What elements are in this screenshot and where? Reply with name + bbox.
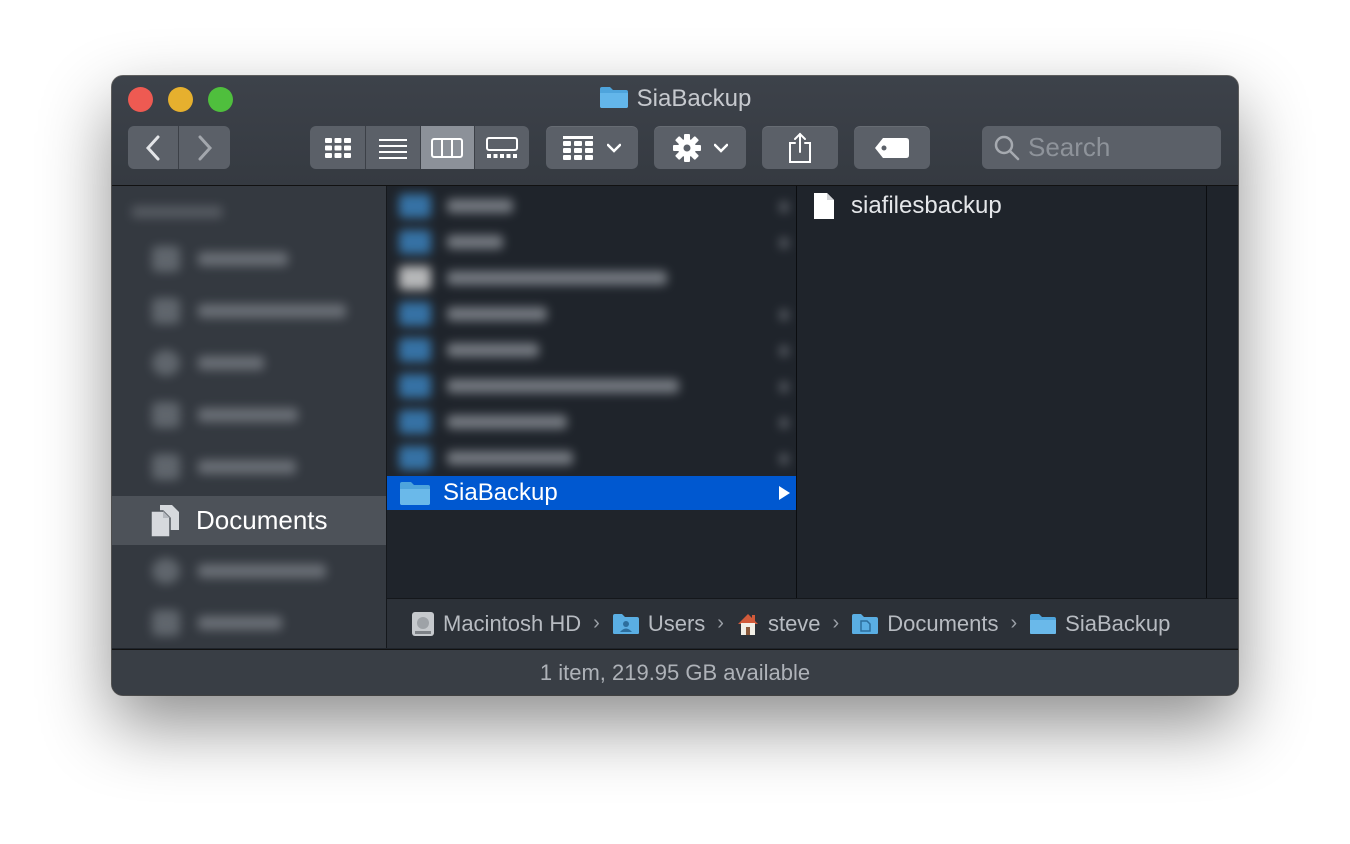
sidebar: Documents xyxy=(112,186,387,648)
gear-icon xyxy=(673,133,701,162)
finder-window: SiaBackup Search Documents SiaBackup sia… xyxy=(112,76,1238,695)
icon-view-button[interactable] xyxy=(310,126,367,169)
list-item[interactable] xyxy=(399,298,547,330)
gallery-view-button[interactable] xyxy=(474,126,529,169)
tag-icon xyxy=(875,137,909,158)
hard-drive-icon xyxy=(412,611,434,636)
chevron-left-icon xyxy=(145,135,160,160)
path-item-label: Users xyxy=(647,610,706,636)
chevron-down-icon xyxy=(607,143,621,153)
folder-icon xyxy=(400,482,430,505)
path-item-siabackup[interactable]: SiaBackup xyxy=(1029,611,1170,637)
back-button[interactable] xyxy=(128,126,179,169)
group-grid-icon xyxy=(563,135,593,160)
list-item[interactable]: siafilesbackup xyxy=(813,190,1002,222)
sidebar-item-blurred[interactable] xyxy=(152,608,282,638)
path-bar: Macintosh HD › Users › steve › Documents… xyxy=(387,598,1238,648)
sidebar-heading-placeholder xyxy=(132,206,222,218)
folder-icon xyxy=(599,85,629,117)
path-separator: › xyxy=(1010,612,1018,634)
window-title-text: SiaBackup xyxy=(636,85,752,112)
path-separator: › xyxy=(832,612,840,634)
list-item[interactable] xyxy=(399,406,567,438)
search-field[interactable]: Search xyxy=(982,126,1221,169)
list-item[interactable] xyxy=(399,190,513,222)
sidebar-item-blurred[interactable] xyxy=(152,400,298,430)
tags-button[interactable] xyxy=(854,126,930,169)
grid-icon xyxy=(324,137,351,158)
status-text: 1 item, 219.95 GB available xyxy=(539,660,811,685)
path-item-label: Macintosh HD xyxy=(443,610,582,636)
selected-folder-label: SiaBackup xyxy=(443,479,558,506)
path-item-label: Documents xyxy=(887,610,999,636)
action-menu-button[interactable] xyxy=(654,126,746,169)
gallery-icon xyxy=(485,136,518,158)
status-bar: 1 item, 219.95 GB available xyxy=(112,649,1238,695)
search-icon xyxy=(994,135,1020,160)
list-view-button[interactable] xyxy=(366,126,421,169)
list-icon xyxy=(378,138,407,159)
list-item[interactable] xyxy=(399,262,667,294)
sidebar-item-blurred[interactable] xyxy=(152,556,326,586)
window-title: SiaBackup xyxy=(112,84,1238,117)
chevron-right-icon xyxy=(198,135,212,160)
chevron-down-icon xyxy=(714,143,728,153)
list-item[interactable] xyxy=(399,442,573,474)
sidebar-item-blurred[interactable] xyxy=(152,296,346,326)
history-nav xyxy=(128,126,230,169)
list-item[interactable] xyxy=(399,334,539,366)
share-icon xyxy=(789,132,811,163)
documents-folder-icon xyxy=(852,613,879,634)
forward-button[interactable] xyxy=(179,126,230,169)
titlebar: SiaBackup Search xyxy=(112,76,1238,186)
share-button[interactable] xyxy=(762,126,838,169)
path-item-label: SiaBackup xyxy=(1065,610,1171,636)
search-placeholder: Search xyxy=(1028,132,1111,162)
file-label: siafilesbackup xyxy=(851,192,1002,219)
path-item-macintosh-hd[interactable]: Macintosh HD xyxy=(411,611,581,637)
column-view-button[interactable] xyxy=(420,126,475,169)
folder-icon xyxy=(1030,613,1057,634)
sidebar-item-blurred[interactable] xyxy=(152,348,264,378)
sidebar-item-blurred[interactable] xyxy=(152,452,296,482)
view-mode-control xyxy=(310,126,529,169)
sidebar-item-label: Documents xyxy=(196,505,328,535)
home-icon xyxy=(737,613,758,635)
file-icon xyxy=(814,193,834,219)
path-item-label: steve xyxy=(767,610,821,636)
path-item-steve[interactable]: steve xyxy=(736,611,821,637)
browser-column-1 xyxy=(387,186,797,598)
sidebar-item-blurred[interactable] xyxy=(152,244,288,274)
selected-folder-row[interactable]: SiaBackup xyxy=(387,476,796,510)
path-separator: › xyxy=(717,612,724,634)
columns-icon xyxy=(431,137,464,158)
list-item[interactable] xyxy=(399,370,679,402)
browser-column-2: siafilesbackup xyxy=(797,186,1207,598)
path-separator: › xyxy=(593,612,600,634)
group-by-button[interactable] xyxy=(546,126,638,169)
sidebar-item-documents[interactable]: Documents xyxy=(112,496,386,545)
list-item[interactable] xyxy=(399,226,503,258)
browser-column-3 xyxy=(1207,186,1238,598)
disclosure-arrow-icon xyxy=(779,486,790,500)
path-item-users[interactable]: Users xyxy=(612,611,705,637)
documents-icon xyxy=(150,504,179,538)
path-item-documents[interactable]: Documents xyxy=(851,610,999,637)
users-folder-icon xyxy=(612,613,639,634)
